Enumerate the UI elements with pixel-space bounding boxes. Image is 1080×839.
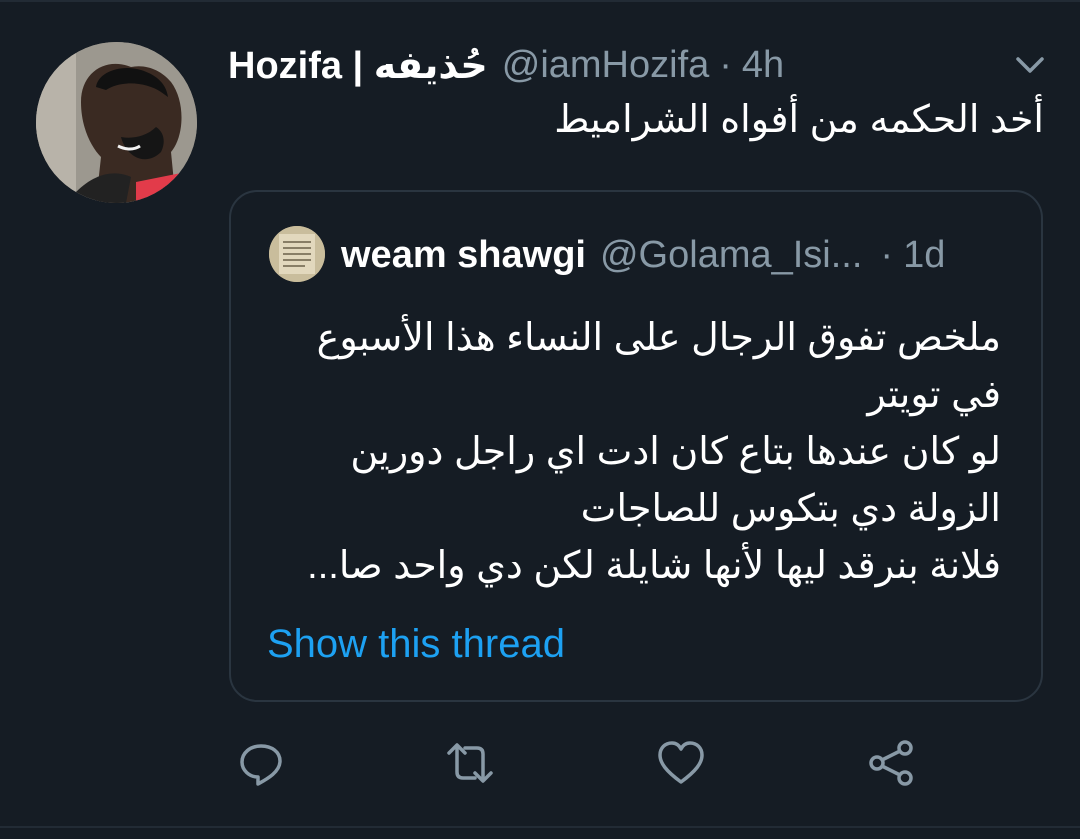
separator-dot: ·: [719, 43, 732, 86]
quoted-avatar[interactable]: [269, 226, 325, 282]
bottom-divider: [0, 826, 1080, 828]
avatar[interactable]: [36, 42, 197, 203]
action-bar: [0, 738, 1080, 794]
quoted-text-line: ملخص تفوق الرجال على النساء هذا الأسبوع: [316, 317, 1001, 359]
tweet-header: Hozifa | حُذيفه @iamHozifa · 4h: [228, 40, 784, 90]
quoted-separator-dot: ·: [880, 233, 894, 276]
display-name[interactable]: Hozifa | حُذيفه: [228, 43, 488, 88]
quoted-text-line: فلانة بنرقد ليها لأنها شايلة لكن دي واحد…: [307, 545, 1001, 587]
timestamp[interactable]: 4h: [742, 44, 784, 87]
quoted-header: weam shawgi @Golama_Isi... · 1d: [341, 230, 945, 280]
quoted-display-name[interactable]: weam shawgi: [341, 234, 586, 277]
chevron-down-icon[interactable]: [1010, 50, 1050, 80]
quoted-text-line: في تويتر: [867, 374, 1001, 416]
heart-icon[interactable]: [656, 738, 706, 788]
retweet-icon[interactable]: [445, 738, 495, 788]
top-divider: [0, 0, 1080, 2]
quoted-text-line: الزولة دي بتكوس للصاجات: [580, 488, 1001, 530]
quoted-timestamp[interactable]: 1d: [903, 234, 945, 277]
tweet-text: أخد الحكمه من أفواه الشراميط: [554, 99, 1044, 141]
quoted-handle[interactable]: @Golama_Isi...: [600, 234, 862, 277]
share-icon[interactable]: [867, 738, 917, 788]
quoted-text-line: لو كان عندها بتاع كان ادت اي راجل دورين: [350, 431, 1001, 473]
show-thread-link[interactable]: Show this thread: [267, 622, 565, 667]
quoted-tweet-card[interactable]: weam shawgi @Golama_Isi... · 1d ملخص تفو…: [229, 190, 1043, 702]
quoted-text: ملخص تفوق الرجال على النساء هذا الأسبوع …: [261, 310, 1001, 595]
user-handle[interactable]: @iamHozifa: [502, 44, 710, 87]
reply-icon[interactable]: [236, 738, 286, 788]
